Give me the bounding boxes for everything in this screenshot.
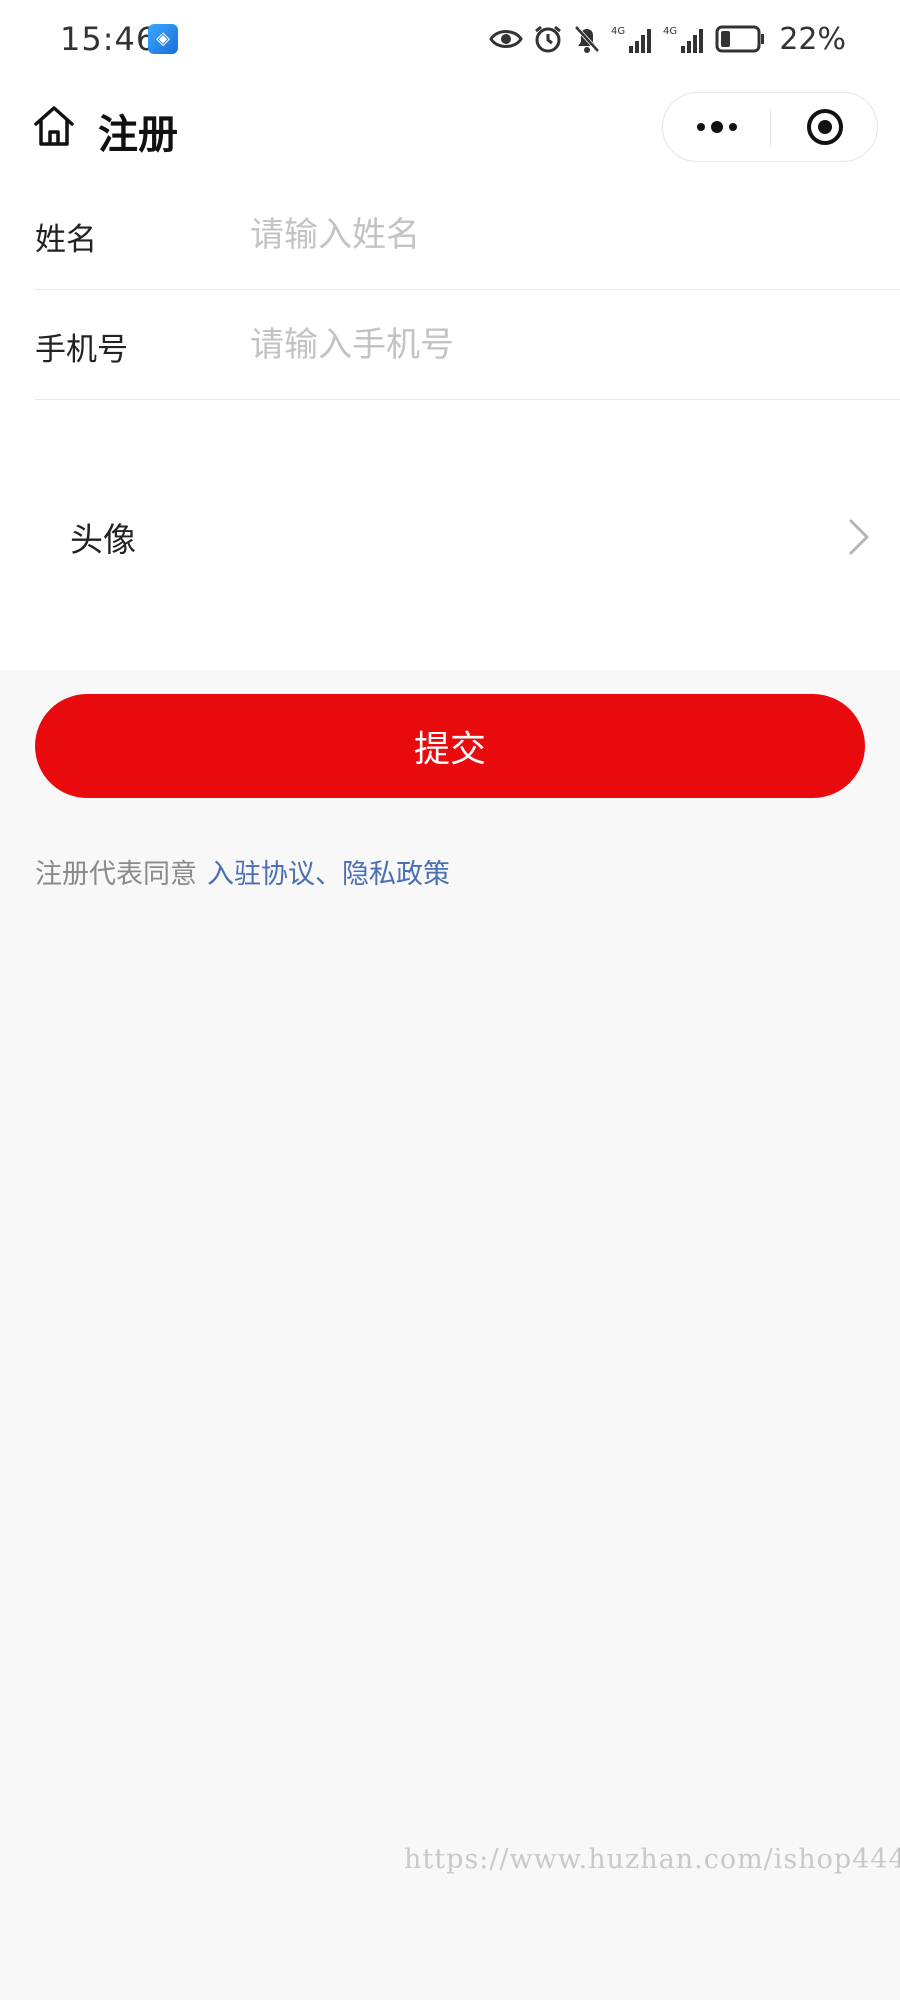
close-mini-program-button[interactable]	[771, 93, 878, 161]
avatar-row[interactable]: 头像	[0, 400, 900, 670]
more-button[interactable]	[663, 93, 770, 161]
eye-icon	[489, 30, 524, 48]
agreement-text: 注册代表同意 入驻协议、隐私政策	[35, 852, 450, 891]
chevron-right-icon	[849, 519, 869, 555]
name-input[interactable]	[250, 200, 870, 270]
phone-label: 手机号	[35, 332, 128, 368]
page-title: 注册	[98, 112, 178, 158]
status-icons: 4G 4G 22%	[489, 18, 846, 60]
home-icon[interactable]	[30, 102, 78, 150]
watermark: https://www.huzhan.com/ishop44453	[404, 1844, 900, 1875]
nav-bar: 注册	[0, 80, 900, 180]
alarm-icon	[535, 25, 562, 53]
register-form: 姓名 手机号 头像	[0, 180, 900, 670]
screen: 15:46 ◈ 4G 4G 22% 注册 姓名 请输入姓名 手机号 请输入手机号…	[0, 0, 900, 2000]
app-badge-icon: ◈	[148, 24, 178, 54]
more-dots-icon	[696, 121, 737, 133]
mini-program-capsule	[662, 92, 878, 162]
network-type-label: 4G	[611, 26, 625, 37]
target-circle-icon	[806, 109, 843, 145]
agreement-link[interactable]: 入驻协议、隐私政策	[207, 859, 450, 890]
phone-input[interactable]	[250, 310, 870, 380]
signal-icon: 4G	[611, 26, 652, 53]
avatar-label: 头像	[70, 520, 136, 559]
signal-icon: 4G	[663, 26, 704, 53]
battery-percent: 22%	[779, 21, 846, 57]
network-type-label: 4G	[663, 26, 677, 37]
submit-button[interactable]: 提交	[35, 694, 865, 798]
battery-icon	[715, 25, 765, 53]
phone-row: 手机号	[35, 290, 900, 400]
name-label: 姓名	[35, 222, 97, 258]
agreement-prefix: 注册代表同意	[35, 859, 197, 890]
status-bar: 15:46 ◈ 4G 4G 22%	[0, 0, 900, 80]
mute-icon	[574, 25, 600, 53]
name-row: 姓名	[35, 180, 900, 290]
status-time: 15:46	[60, 20, 158, 58]
